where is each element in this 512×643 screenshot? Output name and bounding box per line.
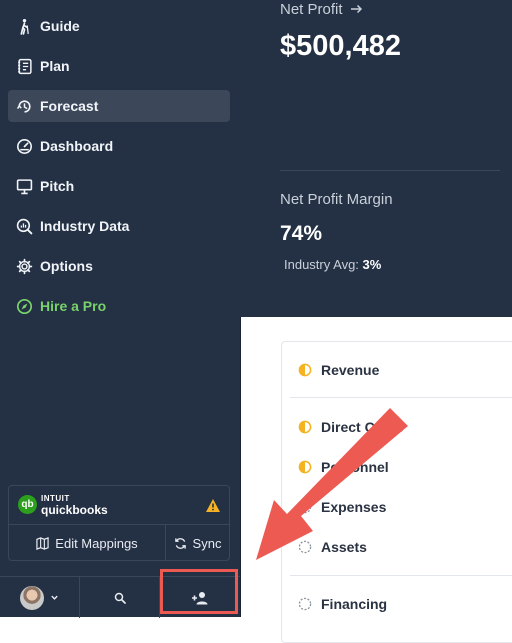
chevron-down-icon [51,595,58,600]
quickbooks-logo-icon: qb [18,495,37,514]
forecast-tables-card: Revenue Direct Costs Personnel Expenses … [281,341,512,643]
sidebar-item-guide[interactable]: Guide [8,10,230,42]
net-profit-label-text: Net Profit [280,1,343,18]
net-profit-value: $500,482 [280,30,401,62]
sidebar-item-hire-a-pro[interactable]: Hire a Pro [8,290,230,322]
divider [290,575,512,576]
net-profit-margin-label: Net Profit Margin [280,191,393,208]
warning-icon[interactable] [205,498,221,513]
avatar [20,585,44,610]
sidebar-item-label: Dashboard [40,138,114,154]
quickbooks-wordmark: quickbooks [41,503,108,517]
edit-mappings-label: Edit Mappings [55,535,138,551]
search-icon [114,592,126,604]
industry-average-label: Industry Avg: [284,257,359,272]
industry-average-value: 3% [362,257,382,272]
forecast-item-expenses[interactable]: Expenses [298,499,386,515]
sidebar-item-dashboard[interactable]: Dashboard [8,130,230,162]
user-menu[interactable] [0,577,80,618]
forecast-item-label: Revenue [321,362,380,378]
quickbooks-panel: qb INTUIT quickbooks Edit Mappings Sync [8,485,230,561]
sidebar-item-label: Options [40,258,93,274]
sidebar-item-pitch[interactable]: Pitch [8,170,230,202]
monitor-icon [15,177,33,195]
forecast-item-personnel[interactable]: Personnel [298,459,389,475]
sidebar: Guide Plan Forecast Dashboard Pitch Indu… [0,0,241,618]
forecast-item-direct-costs[interactable]: Direct Costs [298,419,403,435]
forecast-icon [15,97,33,115]
hiker-icon [15,17,33,35]
industry-average: Industry Avg: 3% [284,257,381,272]
half-circle-status-icon [298,460,312,474]
gauge-icon [15,137,33,155]
sidebar-item-label: Plan [40,58,70,74]
edit-mappings-button[interactable]: Edit Mappings [9,525,166,561]
forecast-item-assets[interactable]: Assets [298,539,367,555]
industry-data-icon [15,217,33,235]
sync-icon [174,537,186,549]
sidebar-item-plan[interactable]: Plan [8,50,230,82]
search-button[interactable] [80,577,160,618]
notebook-icon [15,57,33,75]
divider [290,397,512,398]
dashed-circle-status-icon [298,500,312,514]
sidebar-item-label: Hire a Pro [40,298,107,314]
net-profit-label[interactable]: Net Profit [280,1,363,18]
forecast-item-financing[interactable]: Financing [298,596,387,612]
half-circle-status-icon [298,363,312,377]
sync-button[interactable]: Sync [166,525,229,561]
forecast-item-label: Direct Costs [321,419,404,435]
sidebar-item-industry-data[interactable]: Industry Data [8,210,230,242]
gear-icon [15,257,33,275]
forecast-item-label: Financing [321,596,388,612]
forecast-item-label: Assets [321,539,367,555]
net-profit-margin-value: 74% [280,222,323,245]
divider [280,170,500,171]
sidebar-item-label: Pitch [40,178,75,194]
sidebar-item-label: Industry Data [40,218,130,234]
sync-label: Sync [192,535,222,551]
summary-panel: Net Profit $500,482 Net Profit Margin 74… [240,0,512,317]
quickbooks-logo: qb INTUIT quickbooks [18,494,108,517]
annotation-highlight-box [160,569,238,614]
forecast-item-label: Personnel [321,459,389,475]
compass-icon [15,297,33,315]
sidebar-item-label: Guide [40,18,80,34]
half-circle-status-icon [298,420,312,434]
sidebar-item-options[interactable]: Options [8,250,230,282]
forecast-item-label: Expenses [321,499,387,515]
forecast-item-revenue[interactable]: Revenue [298,362,379,378]
dashed-circle-status-icon [298,540,312,554]
sidebar-item-label: Forecast [40,98,99,114]
sidebar-item-forecast[interactable]: Forecast [8,90,230,122]
map-icon [36,536,49,550]
dashed-circle-status-icon [298,597,312,611]
arrow-right-icon [350,4,362,14]
